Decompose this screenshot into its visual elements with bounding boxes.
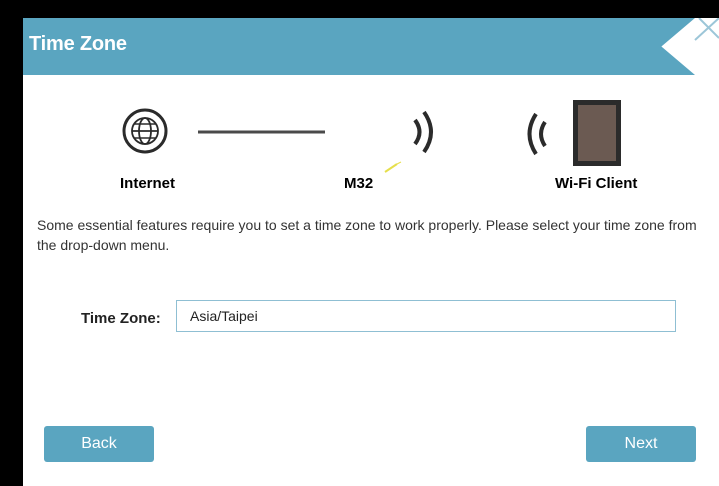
title-bar: Time Zone xyxy=(23,18,695,75)
internet-label: Internet xyxy=(120,175,176,192)
next-button[interactable]: Next xyxy=(586,426,696,462)
device-indicator xyxy=(384,161,402,173)
wifi-signal-right-icon xyxy=(413,110,433,154)
globe-icon xyxy=(122,108,168,154)
device-label: M32 xyxy=(344,175,374,192)
tablet-icon xyxy=(573,100,621,166)
time-zone-label: Time Zone: xyxy=(81,310,161,327)
dialog-title: Time Zone xyxy=(29,33,127,55)
intro-text: Some essential features require you to s… xyxy=(37,217,697,253)
time-zone-value: Asia/Taipei xyxy=(190,308,258,324)
time-zone-dialog: Time Zone Internet M32 Wi-Fi Client Some… xyxy=(23,18,719,486)
time-zone-select[interactable]: Asia/Taipei xyxy=(176,300,676,332)
close-icon[interactable] xyxy=(675,18,719,58)
back-button[interactable]: Back xyxy=(44,426,154,462)
wifi-client-label: Wi-Fi Client xyxy=(555,175,638,192)
wifi-signal-left-icon xyxy=(527,112,547,156)
